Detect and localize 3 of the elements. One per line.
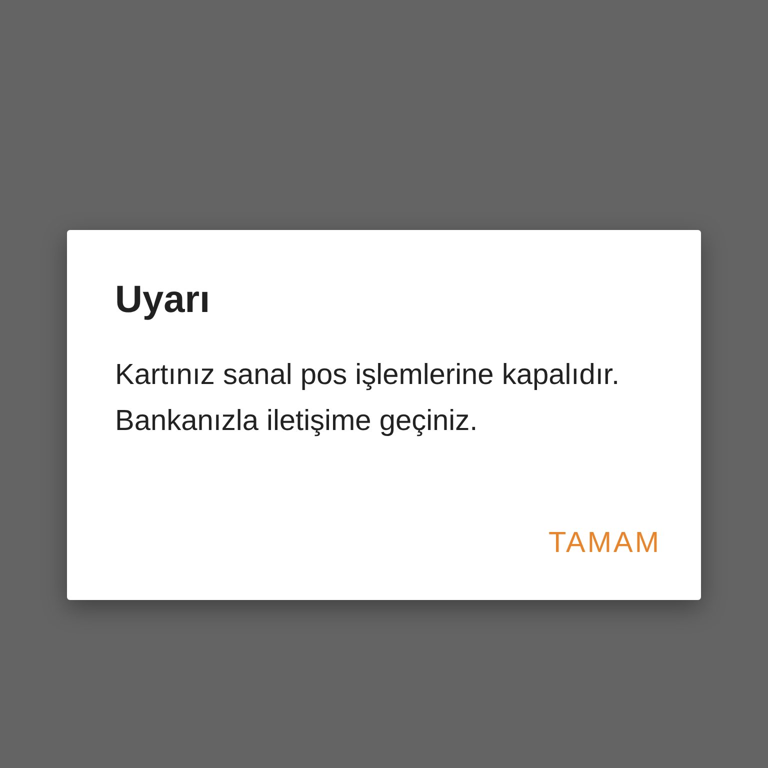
- dialog-message: Kartınız sanal pos işlemlerine kapalıdır. Bankanızla iletişime geçiniz.: [115, 358, 621, 439]
- dialog-title: Uyarı: [115, 278, 212, 322]
- ok-button[interactable]: TAMAM: [548, 523, 661, 564]
